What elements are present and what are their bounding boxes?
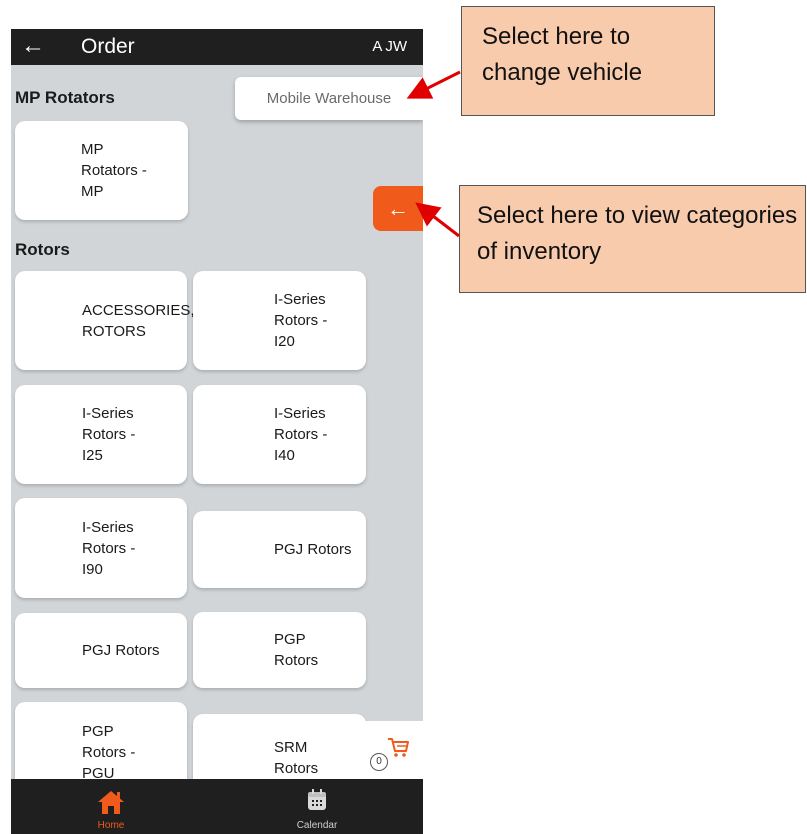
- arrow-to-category-toggle: [415, 202, 460, 238]
- arrow-to-vehicle-selector: [406, 70, 461, 99]
- annotation-arrows: [406, 70, 461, 238]
